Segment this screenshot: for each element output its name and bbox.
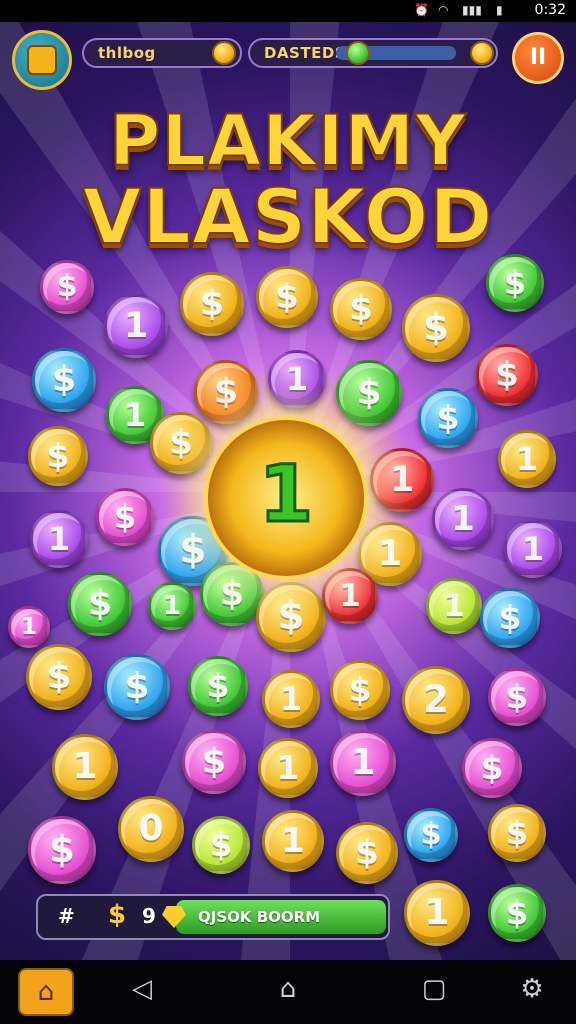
coin-blue[interactable]: $ (104, 654, 170, 720)
title-line-1: PLAKIMY (108, 99, 467, 183)
gold-coin-icon (470, 41, 494, 65)
progress-coin-icon (346, 41, 370, 65)
coin-lime[interactable]: 1 (426, 578, 482, 634)
coin-gold[interactable]: $ (26, 644, 92, 710)
coin-green[interactable]: $ (488, 884, 546, 942)
coin-blue[interactable]: $ (404, 808, 458, 862)
coin-green[interactable]: 1 (148, 582, 196, 630)
progress-label: DASTEDS (264, 44, 347, 62)
settings-gear-icon[interactable]: ⚙ (512, 974, 552, 1004)
coin-gold[interactable]: 1 (52, 734, 118, 800)
back-icon[interactable]: ◁ (122, 974, 162, 1004)
coin-gold[interactable]: $ (256, 266, 318, 328)
coin-red[interactable]: 1 (370, 448, 434, 512)
coin-gold[interactable]: 1 (498, 430, 556, 488)
coin-green[interactable]: $ (486, 254, 544, 312)
home-nav-icon[interactable]: ⌂ (268, 974, 308, 1004)
coin-green[interactable]: $ (68, 572, 132, 636)
home-button[interactable] (12, 30, 72, 90)
coin-gold[interactable]: $ (488, 804, 546, 862)
coin-gold[interactable]: $ (180, 272, 244, 336)
coin-green[interactable]: $ (336, 360, 402, 426)
signal-icon: ▮▮▮ (462, 3, 482, 17)
coin-pink[interactable]: $ (28, 816, 96, 884)
score-label: thlbog (98, 44, 156, 62)
recents-icon[interactable]: ▢ (414, 974, 454, 1004)
status-time: 0:32 (534, 2, 566, 18)
coin-purple[interactable]: 1 (30, 510, 88, 568)
coin-red[interactable]: $ (476, 344, 538, 406)
center-jackpot-coin[interactable]: 1 (204, 416, 368, 580)
status-bar: ⏰ ◠ ▮▮▮ ▮ 0:32 (0, 0, 576, 22)
top-bar: thlbog DASTEDS II (12, 28, 564, 92)
coin-red[interactable]: 1 (322, 568, 378, 624)
pause-button[interactable]: II (512, 32, 564, 84)
coin-lime[interactable]: $ (192, 816, 250, 874)
coin-green[interactable]: $ (188, 656, 248, 716)
coin-pink[interactable]: 1 (8, 606, 50, 648)
coin-gold[interactable]: $ (256, 582, 326, 652)
coin-purple[interactable]: 1 (432, 488, 494, 550)
bottom-bar: # $ 9 QJSOK BOORM (36, 894, 390, 940)
score-coin-icon (212, 41, 236, 65)
alarm-icon: ⏰ (414, 3, 429, 17)
coin-amount: 9 (142, 904, 156, 928)
score-bar: thlbog (82, 38, 242, 68)
dollar-icon: $ (108, 900, 127, 930)
boost-button[interactable]: QJSOK BOORM (176, 900, 386, 934)
coin-gold[interactable]: 1 (262, 670, 320, 728)
coin-purple[interactable]: 1 (268, 350, 326, 408)
coin-gold[interactable]: $ (402, 294, 470, 362)
coin-pink[interactable]: $ (96, 488, 154, 546)
coin-gold[interactable]: 0 (118, 796, 184, 862)
coin-gold[interactable]: 2 (402, 666, 470, 734)
coin-gold[interactable]: $ (28, 426, 88, 486)
battery-icon: ▮ (496, 3, 503, 17)
app-home-button[interactable]: ⌂ (18, 968, 74, 1016)
coin-pink[interactable]: $ (40, 260, 94, 314)
hash-label: # (58, 904, 75, 928)
coin-gold[interactable]: $ (330, 660, 390, 720)
android-nav-bar: ⌂ ◁ ⌂ ▢ ⚙ (0, 960, 576, 1024)
game-board: thlbog DASTEDS II PLAKIMY VLASKOD $1 $ $ $ $… (0, 22, 576, 960)
coin-purple[interactable]: 1 (504, 520, 562, 578)
coin-gold[interactable]: $ (336, 822, 398, 884)
coin-pink[interactable]: $ (182, 730, 246, 794)
coin-blue[interactable]: $ (418, 388, 478, 448)
coin-purple[interactable]: 1 (104, 294, 168, 358)
coin-gold[interactable]: $ (330, 278, 392, 340)
coin-gold[interactable]: 1 (404, 880, 470, 946)
home-icon (27, 45, 57, 75)
coin-orange[interactable]: $ (194, 360, 258, 424)
coin-pink[interactable]: $ (462, 738, 522, 798)
coin-blue[interactable]: $ (480, 588, 540, 648)
center-coin-value: 1 (257, 449, 314, 542)
coin-pink[interactable]: 1 (330, 730, 396, 796)
wifi-icon: ◠ (438, 3, 449, 17)
coin-blue[interactable]: $ (32, 348, 96, 412)
title-line-2: VLASKOD (82, 171, 494, 262)
progress-bar: DASTEDS (248, 38, 498, 68)
coin-pink[interactable]: $ (488, 668, 546, 726)
coin-gold[interactable]: 1 (258, 738, 318, 798)
coin-gold[interactable]: $ (150, 412, 212, 474)
coin-gold[interactable]: 1 (262, 810, 324, 872)
